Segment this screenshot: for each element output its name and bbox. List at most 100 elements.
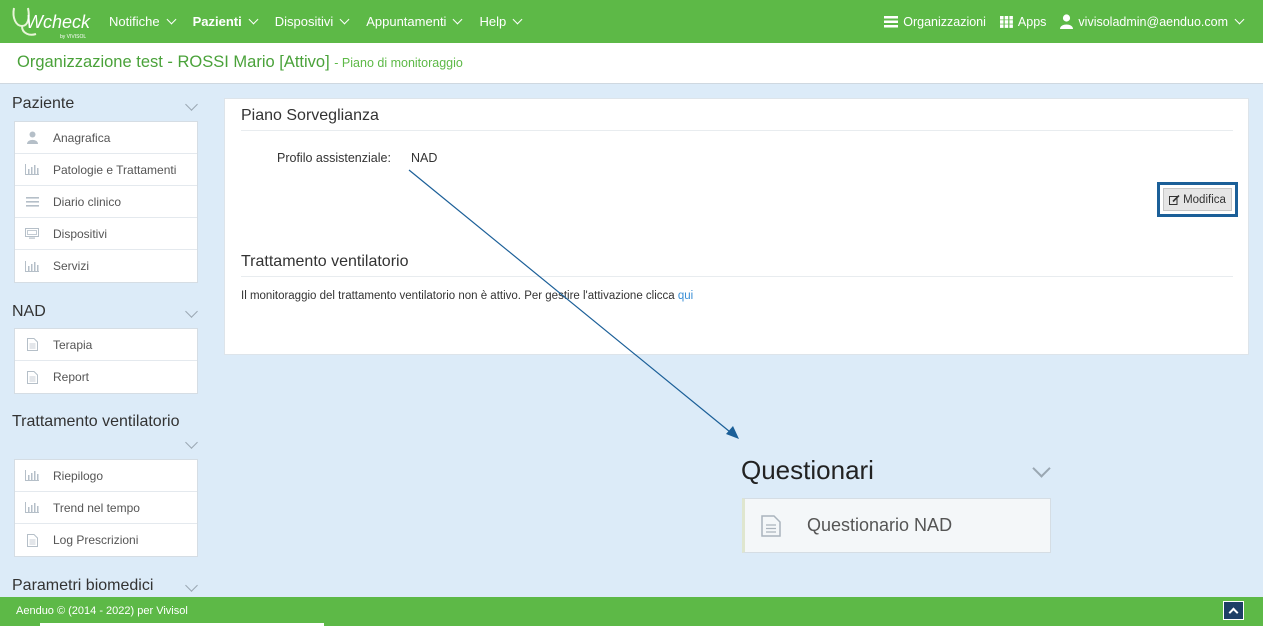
nav-dispositivi[interactable]: Dispositivi: [266, 14, 358, 29]
modifica-highlight: Modifica: [1157, 182, 1238, 217]
questionario-nad-item[interactable]: Questionario NAD: [742, 498, 1051, 553]
patient-title: Organizzazione test - ROSSI Mario [Attiv…: [17, 53, 330, 71]
page-subtitle: - Piano di monitoraggio: [334, 56, 463, 70]
sidebar-group-title: Paziente: [12, 95, 75, 112]
sidebar-item-label: Diario clinico: [53, 194, 122, 209]
footer: Aenduo © (2014 - 2022) per Vivisol: [0, 597, 1263, 626]
nav-help[interactable]: Help: [470, 14, 530, 29]
questionario-label: Questionario NAD: [807, 515, 953, 535]
divider: [241, 276, 1233, 277]
sidebar-item-label: Report: [53, 370, 90, 384]
top-navbar: Wcheck by VIVISOL Notifiche Pazienti Dis…: [0, 0, 1263, 43]
nav-apps[interactable]: Apps: [999, 14, 1047, 29]
questionari-title: Questionari: [741, 455, 874, 485]
nav-label: Notifiche: [109, 14, 160, 29]
sidebar-item-anagrafica[interactable]: Anagrafica: [15, 122, 197, 154]
chevron-down-icon: [166, 14, 177, 25]
nav-user-menu[interactable]: vivisoladmin@aenduo.com: [1060, 14, 1245, 29]
sidebar-item-riepilogo[interactable]: Riepilogo: [15, 460, 197, 492]
brand-logo[interactable]: Wcheck by VIVISOL: [10, 4, 100, 40]
logo-text: Wcheck: [26, 12, 91, 32]
nav-pazienti[interactable]: Pazienti: [184, 14, 266, 29]
edit-icon: [1169, 194, 1180, 205]
sidebar-group-title: Trattamento ventilatorio: [12, 413, 180, 430]
edit-button[interactable]: Modifica: [1163, 188, 1232, 211]
nav-right: Organizzazioni Apps vivisoladmin@aenduo.…: [884, 0, 1245, 43]
edit-button-label: Modifica: [1183, 193, 1226, 206]
sidebar-item-log-prescrizioni[interactable]: Log Prescrizioni: [15, 524, 197, 556]
bar-chart-icon: [25, 469, 39, 483]
nav-label: Appuntamenti: [366, 14, 447, 29]
document-icon: [761, 514, 781, 537]
chevron-down-icon[interactable]: [185, 579, 198, 592]
nav-notifiche[interactable]: Notifiche: [100, 14, 184, 29]
main-menu: Notifiche Pazienti Dispositivi Appuntame…: [100, 0, 530, 43]
document-icon: [25, 370, 39, 384]
user-icon: [1060, 14, 1074, 29]
chevron-down-icon: [1234, 14, 1245, 25]
profile-label: Profilo assistenziale:: [277, 151, 391, 165]
sidebar-item-report[interactable]: Report: [15, 361, 197, 393]
sidebar-list-nad: Terapia Report: [14, 328, 198, 394]
chevron-down-icon[interactable]: [185, 436, 198, 449]
chevron-down-icon: [453, 14, 463, 25]
sidebar-item-servizi[interactable]: Servizi: [15, 250, 197, 282]
sidebar-group-title: Parametri biomedici: [12, 577, 154, 594]
nav-label: Organizzazioni: [903, 14, 986, 29]
sidebar-list-ventilatorio: Riepilogo Trend nel tempo Log Prescrizio…: [14, 459, 198, 557]
sidebar-item-label: Dispositivi: [53, 226, 108, 241]
bar-chart-icon: [25, 501, 39, 515]
sidebar-item-label: Log Prescrizioni: [53, 533, 139, 547]
nav-label: Pazienti: [192, 14, 242, 29]
sidebar-item-diario-clinico[interactable]: Diario clinico: [15, 186, 197, 218]
grid-icon: [999, 15, 1013, 28]
footer-copyright: Aenduo © (2014 - 2022) per Vivisol: [16, 605, 188, 617]
bar-chart-icon: [25, 163, 39, 177]
profile-value: NAD: [411, 151, 438, 165]
nav-organizzazioni[interactable]: Organizzazioni: [884, 15, 986, 29]
nav-label: Help: [479, 14, 507, 29]
ventilatorio-text: Il monitoraggio del trattamento ventilat…: [241, 290, 675, 302]
logo-sub: by VIVISOL: [60, 34, 86, 40]
chevron-down-icon[interactable]: [185, 305, 198, 318]
sidebar-item-trend[interactable]: Trend nel tempo: [15, 492, 197, 524]
user-icon: [25, 131, 39, 145]
document-icon: [25, 338, 39, 352]
page-header: Organizzazione test - ROSSI Mario [Attiv…: [0, 43, 1263, 84]
arrow-head-icon: [726, 426, 739, 439]
chevron-down-icon[interactable]: [1032, 459, 1051, 478]
sidebar-item-patologie[interactable]: Patologie e Trattamenti: [15, 154, 197, 186]
activation-link[interactable]: qui: [678, 290, 693, 302]
ventilatorio-message: Il monitoraggio del trattamento ventilat…: [241, 290, 693, 302]
chevron-up-icon: [1228, 607, 1239, 618]
chevron-down-icon: [248, 14, 259, 25]
sidebar-item-dispositivi[interactable]: Dispositivi: [15, 218, 197, 250]
chevron-down-icon[interactable]: [185, 98, 198, 111]
list-icon: [25, 195, 39, 209]
page-title: Organizzazione test - ROSSI Mario [Attiv…: [17, 53, 463, 72]
sidebar-group-title: NAD: [12, 303, 46, 320]
sidebar-item-label: Servizi: [53, 259, 90, 273]
sidebar-item-label: Anagrafica: [53, 130, 111, 145]
document-icon: [25, 533, 39, 547]
list-icon: [884, 15, 899, 27]
piano-card: Piano Sorveglianza Profilo assistenziale…: [224, 98, 1249, 355]
sidebar-item-label: Trend nel tempo: [53, 500, 140, 515]
nav-appuntamenti[interactable]: Appuntamenti: [357, 14, 470, 29]
sidebar-item-terapia[interactable]: Terapia: [15, 329, 197, 361]
chevron-down-icon: [512, 14, 523, 25]
sidebar-list-paziente: Anagrafica Patologie e Trattamenti Diari…: [14, 121, 198, 283]
chevron-down-icon: [339, 14, 350, 25]
divider: [241, 130, 1233, 131]
section-title-ventilatorio: Trattamento ventilatorio: [241, 253, 409, 270]
nav-label: Apps: [1017, 14, 1047, 29]
user-email: vivisoladmin@aenduo.com: [1078, 14, 1228, 29]
sidebar-item-label: Riepilogo: [53, 468, 104, 483]
device-icon: [25, 227, 39, 241]
bar-chart-icon: [25, 259, 39, 273]
stethoscope-icon: Wcheck by VIVISOL: [12, 7, 91, 40]
scroll-top-button[interactable]: [1223, 601, 1244, 620]
sidebar-item-label: Terapia: [53, 337, 93, 352]
sidebar-item-label: Patologie e Trattamenti: [53, 162, 177, 177]
nav-label: Dispositivi: [274, 14, 334, 29]
